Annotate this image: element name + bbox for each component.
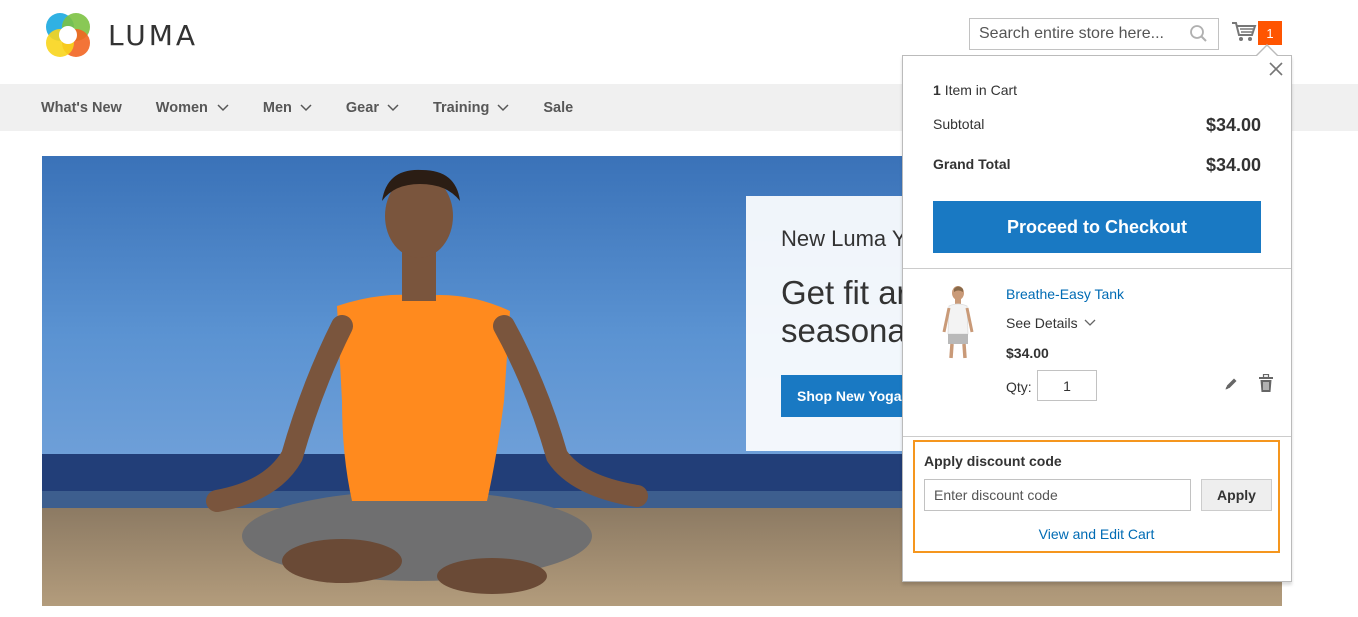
luma-logo-icon	[46, 13, 90, 57]
chevron-down-icon	[300, 103, 312, 111]
search-input[interactable]	[970, 19, 1188, 49]
items-count-number: 1	[933, 82, 941, 98]
subtotal-label: Subtotal	[933, 116, 985, 132]
nav-label: Men	[262, 99, 292, 116]
trash-icon[interactable]	[1258, 374, 1274, 393]
items-in-cart: 1 Item in Cart	[933, 82, 1017, 98]
minicart-dropdown: 1 Item in Cart Subtotal $34.00 Grand Tot…	[902, 55, 1292, 582]
close-icon[interactable]	[1267, 60, 1285, 78]
chevron-down-icon	[1084, 319, 1096, 326]
apply-discount-button[interactable]: Apply	[1201, 479, 1272, 511]
nav-label: Gear	[345, 99, 379, 116]
discount-code-input[interactable]	[924, 479, 1191, 511]
product-name-link[interactable]: Breathe-Easy Tank	[1006, 286, 1124, 302]
pencil-icon[interactable]	[1223, 376, 1239, 392]
luma-logo[interactable]: LUMA	[42, 9, 198, 61]
grand-total-value: $34.00	[1205, 155, 1261, 175]
items-count-text: Item in Cart	[944, 82, 1018, 98]
discount-code-section: Apply discount code Apply View and Edit …	[913, 440, 1280, 553]
divider	[903, 436, 1291, 437]
divider	[903, 268, 1291, 269]
product-thumbnail[interactable]	[937, 284, 979, 360]
promo-subtitle: New Luma Y	[781, 226, 907, 251]
chevron-down-icon	[387, 103, 399, 111]
cart-count-badge[interactable]: 1	[1258, 21, 1282, 45]
nav-label: Sale	[543, 99, 574, 116]
search-icon[interactable]	[1188, 23, 1210, 45]
search-box	[969, 18, 1219, 50]
shop-new-yoga-button[interactable]: Shop New Yoga	[781, 375, 918, 417]
view-and-edit-cart-link[interactable]: View and Edit Cart	[915, 526, 1278, 542]
minicart-pointer-inner	[1256, 46, 1278, 57]
qty-input[interactable]	[1037, 370, 1097, 401]
nav-item-gear[interactable]: Gear	[346, 100, 399, 116]
chevron-down-icon	[217, 103, 229, 111]
grand-total-label: Grand Total	[933, 156, 1011, 172]
see-details-toggle[interactable]: See Details	[1006, 315, 1096, 331]
nav-item-training[interactable]: Training	[433, 100, 509, 116]
nav-label: Training	[432, 99, 490, 116]
see-details-label: See Details	[1006, 315, 1078, 331]
qty-label: Qty:	[1006, 379, 1032, 395]
nav-item-whats-new[interactable]: What's New	[41, 100, 122, 116]
nav-item-sale[interactable]: Sale	[543, 100, 573, 116]
subtotal-value: $34.00	[1205, 115, 1261, 135]
discount-title: Apply discount code	[924, 453, 1062, 469]
nav-label: What's New	[41, 99, 122, 116]
cart-icon[interactable]	[1231, 21, 1257, 43]
logo-text: LUMA	[108, 18, 199, 52]
nav-item-men[interactable]: Men	[263, 100, 312, 116]
chevron-down-icon	[497, 103, 509, 111]
nav-label: Women	[155, 99, 208, 116]
product-price: $34.00	[1006, 345, 1049, 361]
nav-item-women[interactable]: Women	[156, 100, 229, 116]
proceed-to-checkout-button[interactable]: Proceed to Checkout	[933, 201, 1261, 253]
